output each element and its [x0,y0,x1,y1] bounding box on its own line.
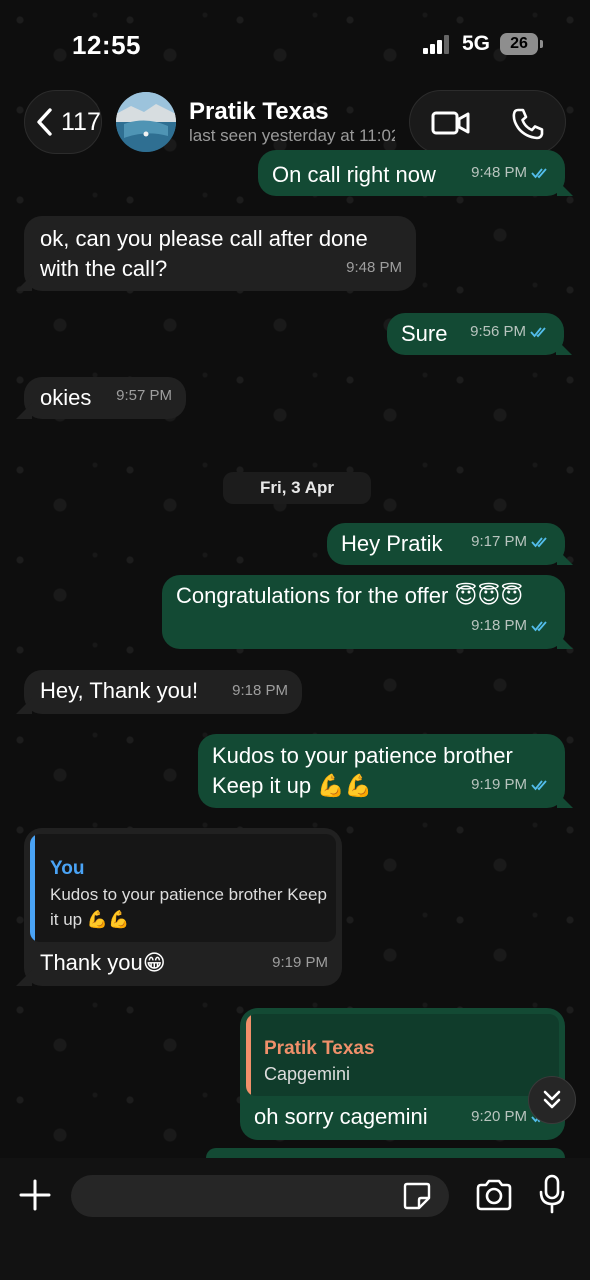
signal-icon [423,34,453,54]
message-bubble[interactable]: Sure 9:56 PM [387,313,572,355]
message-time: 9:19 PM [471,776,527,793]
message-time: 9:18 PM [471,617,527,634]
status-time: 12:55 [72,30,141,60]
message-time: 9:56 PM [470,323,526,340]
message-text: Hey Pratik [341,531,443,556]
phone-call-icon[interactable] [510,106,546,142]
message-bubble[interactable]: Pratik Texas Capgemini oh sorry cagemini… [240,1008,565,1140]
quoted-message[interactable]: You Kudos to your patience brother Keep … [30,834,336,942]
avatar[interactable] [116,92,176,152]
message-bubble[interactable]: Hey Pratik 9:17 PM [327,523,573,565]
message-bubble[interactable]: You Kudos to your patience brother Keep … [16,828,342,986]
message-bubble[interactable]: Congratulations for the offer 😇😇😇 9:18 P… [162,575,573,649]
message-bubble[interactable]: Kudos to your patience brother Keep it u… [198,734,573,808]
message-bubble[interactable]: okies 9:57 PM [16,377,186,419]
network-type: 5G [462,32,491,55]
message-text: Thank you😁 [40,950,166,975]
message-input[interactable] [71,1175,449,1217]
date-separator: Fri, 3 Apr [223,472,371,504]
quote-bar [30,834,35,942]
microphone-icon[interactable] [539,1174,565,1214]
message-text: Hey, Thank you! [40,678,199,703]
message-time: 9:57 PM [116,387,172,404]
quote-bar [246,1014,251,1096]
plus-icon[interactable] [18,1178,52,1212]
double-chevron-down-icon [543,1090,561,1109]
contact-last-seen: last seen yesterday at 11:02 PM [189,126,395,145]
contact-name[interactable]: Pratik Texas [189,98,329,126]
scroll-to-bottom-button[interactable] [528,1076,576,1124]
call-actions [409,90,566,154]
message-meta: 9:19 PM [272,948,328,978]
message-time: 9:48 PM [471,164,527,181]
message-bubble[interactable]: Hey, Thank you! 9:18 PM [16,670,302,714]
battery-tip [540,40,543,48]
status-bar: 12:55 5G 26 [0,0,590,80]
message-time: 9:18 PM [232,682,288,699]
message-time: 9:17 PM [471,533,527,550]
composer-bar [0,1158,590,1280]
read-receipt-icon [531,780,547,791]
quote-text: Capgemini [264,1064,351,1084]
message-time: 9:20 PM [471,1108,527,1125]
camera-icon[interactable] [475,1178,513,1212]
message-meta: 9:48 PM [346,253,402,283]
message-time: 9:19 PM [272,954,328,971]
read-receipt-icon [531,537,547,548]
message-meta: 9:48 PM [471,158,551,188]
message-text: Sure [401,321,448,346]
message-bubble[interactable]: ok, can you please call after done with … [16,216,416,291]
message-text: oh sorry cagemini [254,1104,428,1129]
avatar-photo [116,92,176,152]
message-bubble[interactable]: On call right now 9:48 PM [258,150,573,196]
message-meta: 9:18 PM [232,676,288,706]
message-meta: 9:56 PM [470,317,550,347]
message-text: Congratulations for the offer 😇😇😇 [176,583,524,608]
message-text: okies [40,385,92,410]
unread-count: 117 [61,107,101,136]
read-receipt-icon [531,621,547,632]
quote-author: Pratik Texas [264,1038,375,1059]
video-call-icon[interactable] [430,105,472,141]
chevron-left-icon [37,108,52,136]
message-meta: 9:17 PM [471,527,551,557]
message-meta: 9:19 PM [471,770,551,800]
quote-author: You [50,858,85,879]
read-receipt-icon [530,327,546,338]
back-button[interactable]: 117 [24,90,102,154]
battery-icon: 26 [500,33,538,55]
sticker-icon[interactable] [402,1181,432,1211]
message-meta: 9:57 PM [116,381,172,411]
message-time: 9:48 PM [346,259,402,276]
quoted-message[interactable]: Pratik Texas Capgemini [246,1014,559,1096]
read-receipt-icon [531,168,547,179]
message-text: On call right now [272,162,436,187]
message-meta: 9:18 PM [471,611,551,641]
quote-text: Kudos to your patience brother Keep it u… [50,885,327,929]
